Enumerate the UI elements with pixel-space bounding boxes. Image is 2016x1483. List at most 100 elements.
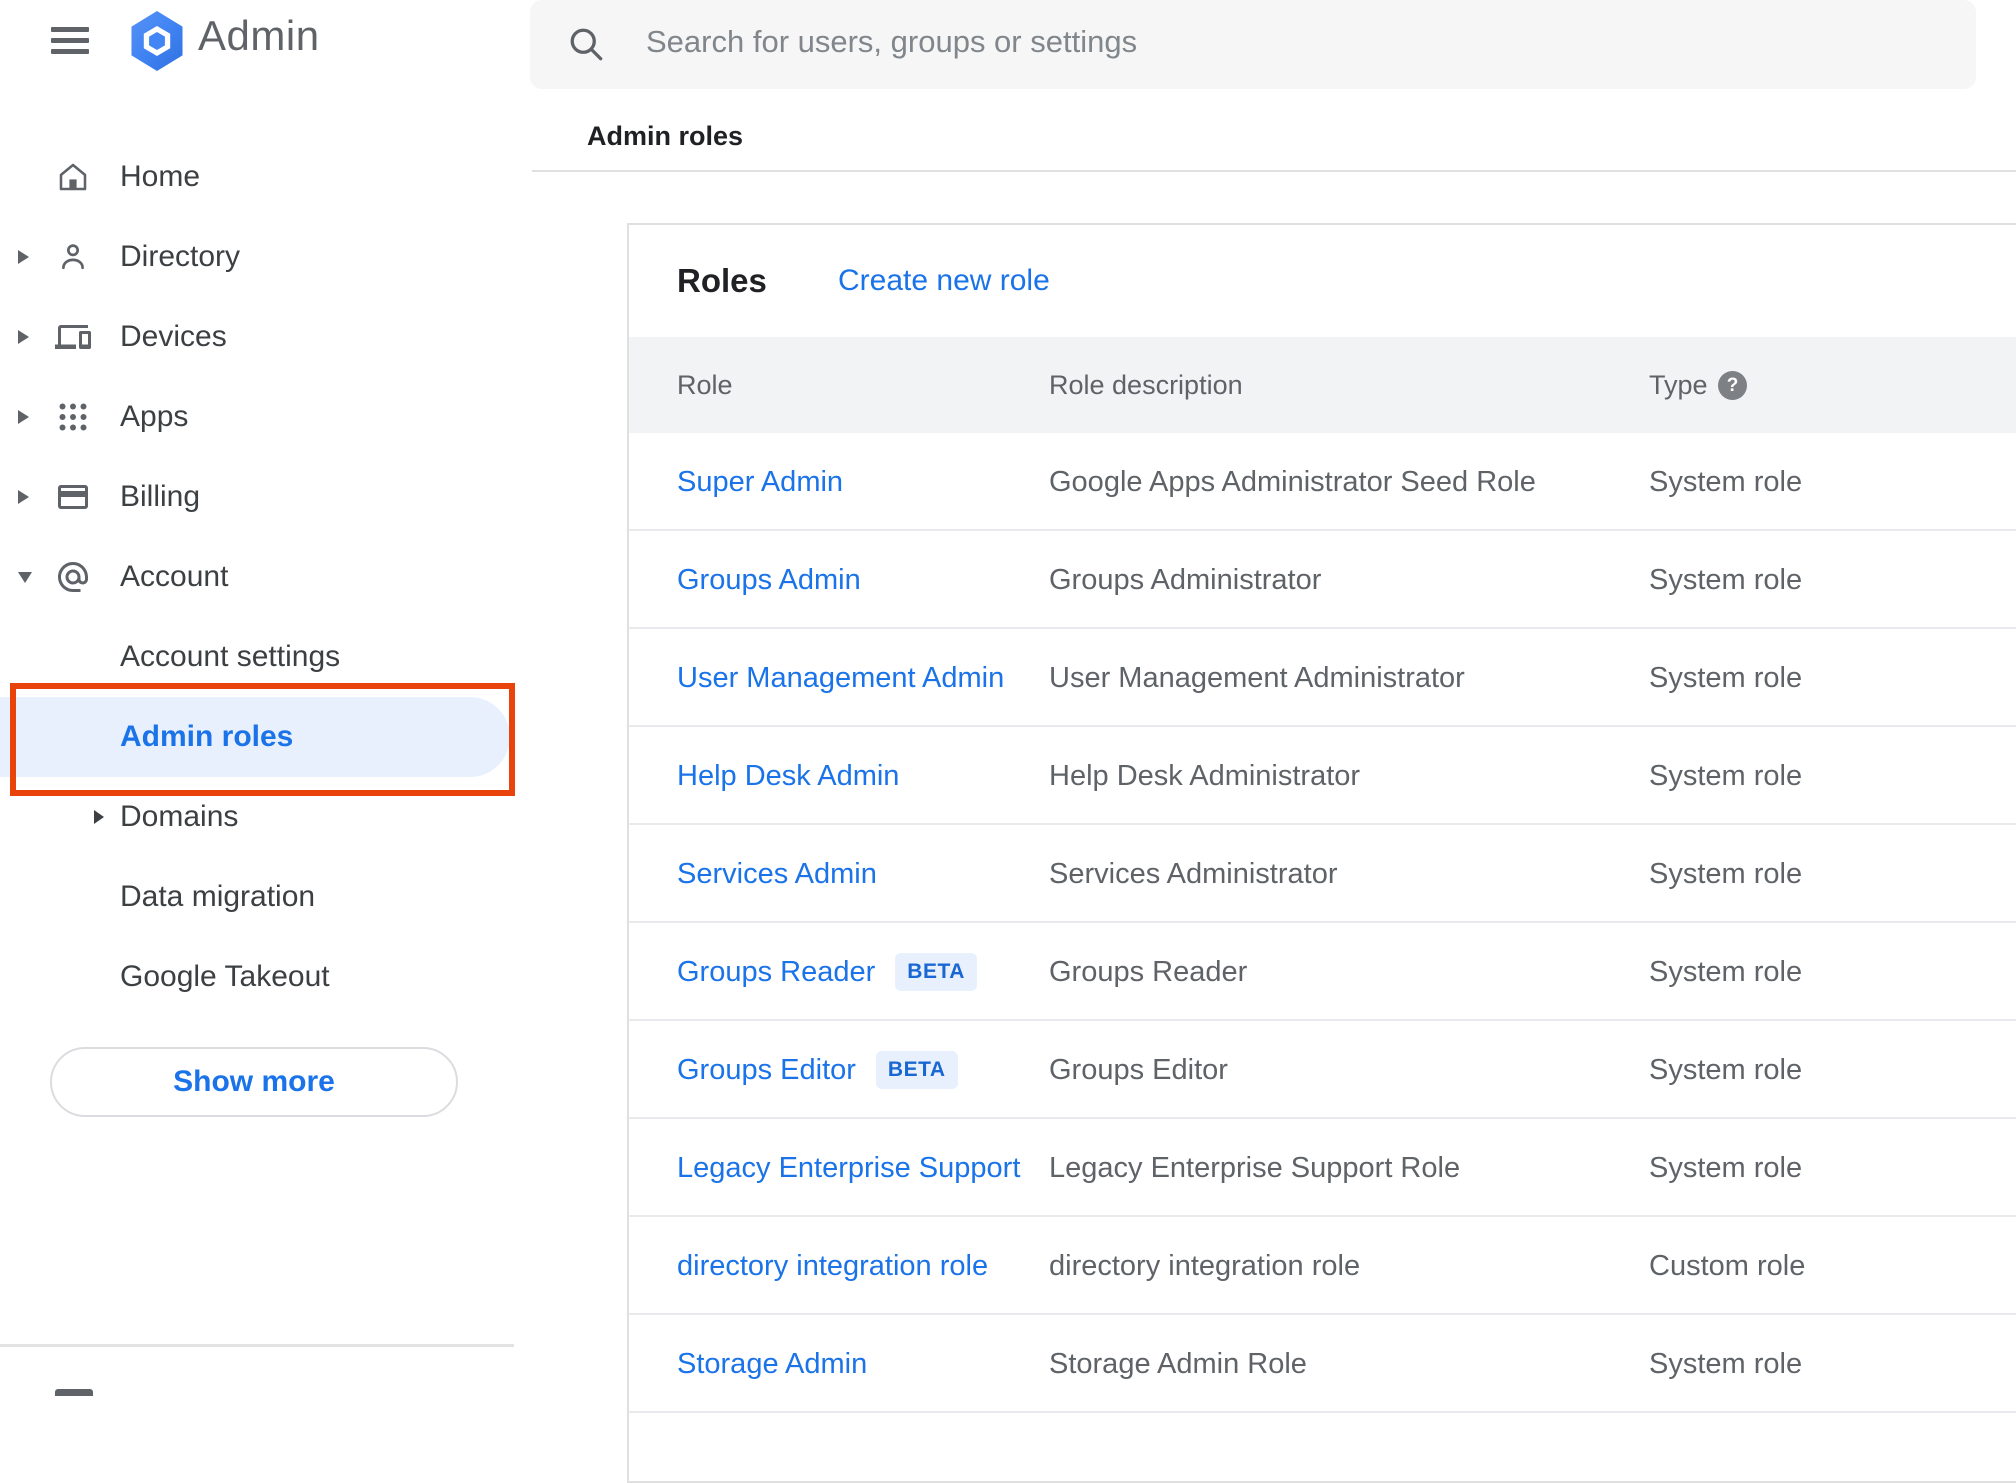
brand-row: Admin xyxy=(0,0,514,88)
column-header-role: Role xyxy=(677,369,733,400)
sidebar-subitem-label: Admin roles xyxy=(120,720,294,753)
search-placeholder: Search for users, groups or settings xyxy=(646,24,1138,59)
role-type-cell: System role xyxy=(1649,1053,1803,1086)
role-link[interactable]: Services Admin xyxy=(677,858,877,891)
sidebar-item-devices[interactable]: Devices xyxy=(0,297,514,377)
chevron-down-icon[interactable] xyxy=(18,571,32,583)
role-link[interactable]: directory integration role xyxy=(677,1250,988,1283)
search-icon xyxy=(570,28,603,61)
sidebar-item-label: Directory xyxy=(120,240,241,273)
chevron-right-icon[interactable] xyxy=(94,810,104,824)
sidebar-subitem-label: Account settings xyxy=(120,640,341,673)
table-row: Super Admin Google Apps Administrator See… xyxy=(629,433,2016,531)
table-header-row: Role Role description Type ? xyxy=(629,337,2016,433)
credit-card-icon xyxy=(54,478,92,516)
role-cell: Services Admin xyxy=(677,825,877,923)
role-type-cell: System role xyxy=(1649,563,1803,596)
role-cell: Super Admin xyxy=(677,433,843,531)
chevron-right-icon[interactable] xyxy=(18,490,29,504)
admin-logo-icon xyxy=(128,11,186,71)
sidebar-item-label: Home xyxy=(120,160,201,193)
role-cell: directory integration role xyxy=(677,1217,988,1315)
table-row: Services Admin Services Administrator Syst… xyxy=(629,825,2016,923)
role-description-cell: Groups Administrator xyxy=(1049,563,1322,596)
role-cell: User Management Admin xyxy=(677,629,1004,727)
role-type-cell: System role xyxy=(1649,1151,1803,1184)
role-link[interactable]: User Management Admin xyxy=(677,662,1004,695)
role-link[interactable]: Super Admin xyxy=(677,466,843,499)
chevron-right-icon[interactable] xyxy=(18,250,29,264)
search-input[interactable]: Search for users, groups or settings xyxy=(530,0,1976,89)
sidebar-item-label: Apps xyxy=(120,400,189,433)
chevron-right-icon[interactable] xyxy=(18,410,29,424)
role-cell: Groups Admin xyxy=(677,531,861,629)
roles-card-header: Roles Create new role xyxy=(629,225,2016,337)
role-type-cell: System role xyxy=(1649,857,1803,890)
sidebar-item-admin-roles[interactable]: Admin roles xyxy=(0,697,510,777)
sidebar-item-apps[interactable]: Apps xyxy=(0,377,514,457)
role-type-cell: System role xyxy=(1649,955,1803,988)
sidebar-item-account[interactable]: Account xyxy=(0,537,514,617)
at-sign-icon xyxy=(54,558,92,596)
role-type-cell: Custom role xyxy=(1649,1249,1806,1282)
menu-icon[interactable] xyxy=(51,27,89,55)
table-row: Groups Reader BETA Groups Reader System rol… xyxy=(629,923,2016,1021)
sidebar-account-subnav: Account settings Admin roles Domains Data m… xyxy=(0,617,514,1017)
sidebar-subitem-label: Google Takeout xyxy=(120,960,330,993)
sidebar-item-label: Devices xyxy=(120,320,227,353)
beta-badge: BETA xyxy=(895,953,977,991)
sidebar-subitem-label: Data migration xyxy=(120,880,316,913)
sidebar-item-label: Account xyxy=(120,560,229,593)
sidebar-subitem-label: Domains xyxy=(120,800,239,833)
role-description-cell: Google Apps Administrator Seed Role xyxy=(1049,465,1536,498)
role-cell: Storage Admin xyxy=(677,1315,867,1413)
role-description-cell: directory integration role xyxy=(1049,1249,1361,1282)
create-new-role-link[interactable]: Create new role xyxy=(838,225,1050,337)
beta-badge: BETA xyxy=(875,1051,958,1089)
app-title: Admin xyxy=(198,12,320,59)
table-row: Groups Editor BETA Groups Editor System rol… xyxy=(629,1021,2016,1119)
apps-grid-icon xyxy=(54,398,92,436)
home-icon xyxy=(54,158,92,196)
table-row: Help Desk Admin Help Desk Administrator Sy… xyxy=(629,727,2016,825)
column-header-role-description: Role description xyxy=(1049,369,1243,400)
help-icon[interactable]: ? xyxy=(1718,371,1747,400)
sidebar-item-account-settings[interactable]: Account settings xyxy=(0,617,514,697)
table-row: Storage Admin Storage Admin Role System ro… xyxy=(629,1315,2016,1413)
table-row: directory integration role directory inte… xyxy=(629,1217,2016,1315)
sidebar-item-data-migration[interactable]: Data migration xyxy=(0,857,514,937)
sidebar-item-home[interactable]: Home xyxy=(0,137,514,217)
devices-icon xyxy=(54,318,92,356)
role-description-cell: Groups Editor xyxy=(1049,1053,1228,1086)
table-row: Groups Admin Groups Administrator System r… xyxy=(629,531,2016,629)
sidebar-item-domains[interactable]: Domains xyxy=(0,777,514,857)
role-link[interactable]: Help Desk Admin xyxy=(677,760,899,793)
role-link[interactable]: Groups Admin xyxy=(677,564,861,597)
chevron-right-icon[interactable] xyxy=(18,330,29,344)
clipped-bottom-icon xyxy=(55,1389,93,1396)
sidebar-item-directory[interactable]: Directory xyxy=(0,217,514,297)
show-more-button[interactable]: Show more xyxy=(50,1047,458,1117)
breadcrumb-divider xyxy=(532,170,2016,172)
sidebar-bottom-divider xyxy=(0,1344,514,1347)
role-description-cell: Help Desk Administrator xyxy=(1049,759,1361,792)
role-description-cell: Storage Admin Role xyxy=(1049,1347,1307,1380)
sidebar: Admin Home Directory Devices Apps Billing Acc… xyxy=(0,0,515,1396)
role-description-cell: User Management Administrator xyxy=(1049,661,1465,694)
role-description-cell: Groups Reader xyxy=(1049,955,1248,988)
role-link[interactable]: Storage Admin xyxy=(677,1348,867,1381)
role-link[interactable]: Groups Editor xyxy=(677,1054,856,1087)
column-header-type: Type xyxy=(1649,369,1708,400)
table-row: User Management Admin User Management Adm… xyxy=(629,629,2016,727)
role-description-cell: Services Administrator xyxy=(1049,857,1338,890)
role-type-cell: System role xyxy=(1649,1347,1803,1380)
role-type-cell: System role xyxy=(1649,465,1803,498)
sidebar-item-label: Billing xyxy=(120,480,201,513)
role-type-cell: System role xyxy=(1649,661,1803,694)
role-link[interactable]: Groups Reader xyxy=(677,956,875,989)
role-link[interactable]: Legacy Enterprise Support xyxy=(677,1152,1020,1185)
sidebar-nav: Home Directory Devices Apps Billing Account xyxy=(0,137,514,617)
sidebar-item-billing[interactable]: Billing xyxy=(0,457,514,537)
sidebar-item-google-takeout[interactable]: Google Takeout xyxy=(0,937,514,1017)
role-cell: Help Desk Admin xyxy=(677,727,899,825)
